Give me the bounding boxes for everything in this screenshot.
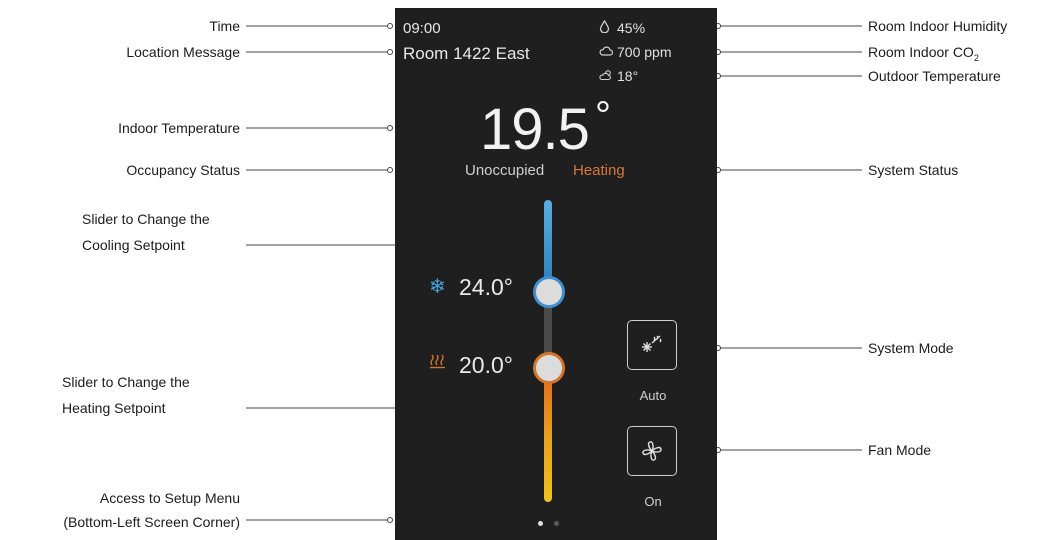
thermostat-screen: 09:00 Room 1422 East 45% 700 ppm 18° 19.… [395, 8, 717, 540]
label-occupancy-status: Occupancy Status [126, 162, 240, 178]
label-system-status: System Status [868, 162, 959, 178]
heating-setpoint-slider-handle[interactable] [533, 352, 565, 384]
label-room-co2-text: Room Indoor CO [868, 44, 974, 60]
label-heating-slider-line2: Heating Setpoint [62, 400, 166, 416]
heating-setpoint-value: 20.0° [459, 352, 513, 378]
label-room-co2-subscript: 2 [973, 52, 979, 63]
indoor-temperature: 19.5 [480, 97, 590, 162]
system-status: Heating [573, 162, 625, 179]
sun-cloud-icon [599, 69, 617, 84]
fan-mode-button[interactable] [627, 426, 677, 476]
fan-icon [640, 439, 664, 468]
co2-value: 700 ppm [617, 44, 672, 60]
outdoor-temp-readout: 18° [599, 68, 638, 84]
system-mode-label: Auto [639, 388, 667, 403]
snowflake-icon: ❄ [429, 276, 446, 298]
page-indicator-dot-active[interactable] [538, 521, 543, 526]
label-outdoor-temperature: Outdoor Temperature [868, 68, 1001, 84]
droplet-icon [599, 19, 617, 36]
label-cooling-slider-line2: Cooling Setpoint [82, 237, 185, 253]
fan-mode-label: On [644, 494, 662, 509]
label-system-mode: System Mode [868, 340, 954, 356]
label-indoor-temperature: Indoor Temperature [118, 120, 240, 136]
cloud-icon [599, 45, 617, 60]
heat-waves-icon [429, 353, 447, 374]
co2-readout: 700 ppm [599, 44, 671, 60]
label-time: Time [209, 18, 240, 34]
label-room-humidity: Room Indoor Humidity [868, 18, 1008, 34]
cooling-setpoint-value: 24.0° [459, 274, 513, 300]
heating-slider-track[interactable] [544, 372, 552, 502]
outdoor-temp-value: 18° [617, 68, 639, 84]
label-location-message: Location Message [126, 44, 240, 60]
humidity-value: 45% [617, 20, 646, 36]
label-setup-menu-line2: (Bottom-Left Screen Corner) [63, 514, 240, 530]
humidity-readout: 45% [599, 19, 646, 36]
cooling-setpoint-slider-handle[interactable] [533, 276, 565, 308]
location-message: Room 1422 East [403, 44, 530, 63]
system-mode-button[interactable] [627, 320, 677, 370]
page-indicator-dot[interactable] [554, 521, 559, 526]
label-heating-slider-line1: Slider to Change the [62, 374, 190, 390]
occupancy-status: Unoccupied [465, 162, 545, 179]
label-fan-mode: Fan Mode [868, 442, 932, 458]
indoor-temperature-unit: ° [595, 94, 611, 138]
label-cooling-slider-line1: Slider to Change the [82, 211, 210, 227]
time-display: 09:00 [403, 20, 441, 37]
auto-mode-icon [640, 333, 664, 362]
label-setup-menu-line1: Access to Setup Menu [99, 490, 240, 506]
